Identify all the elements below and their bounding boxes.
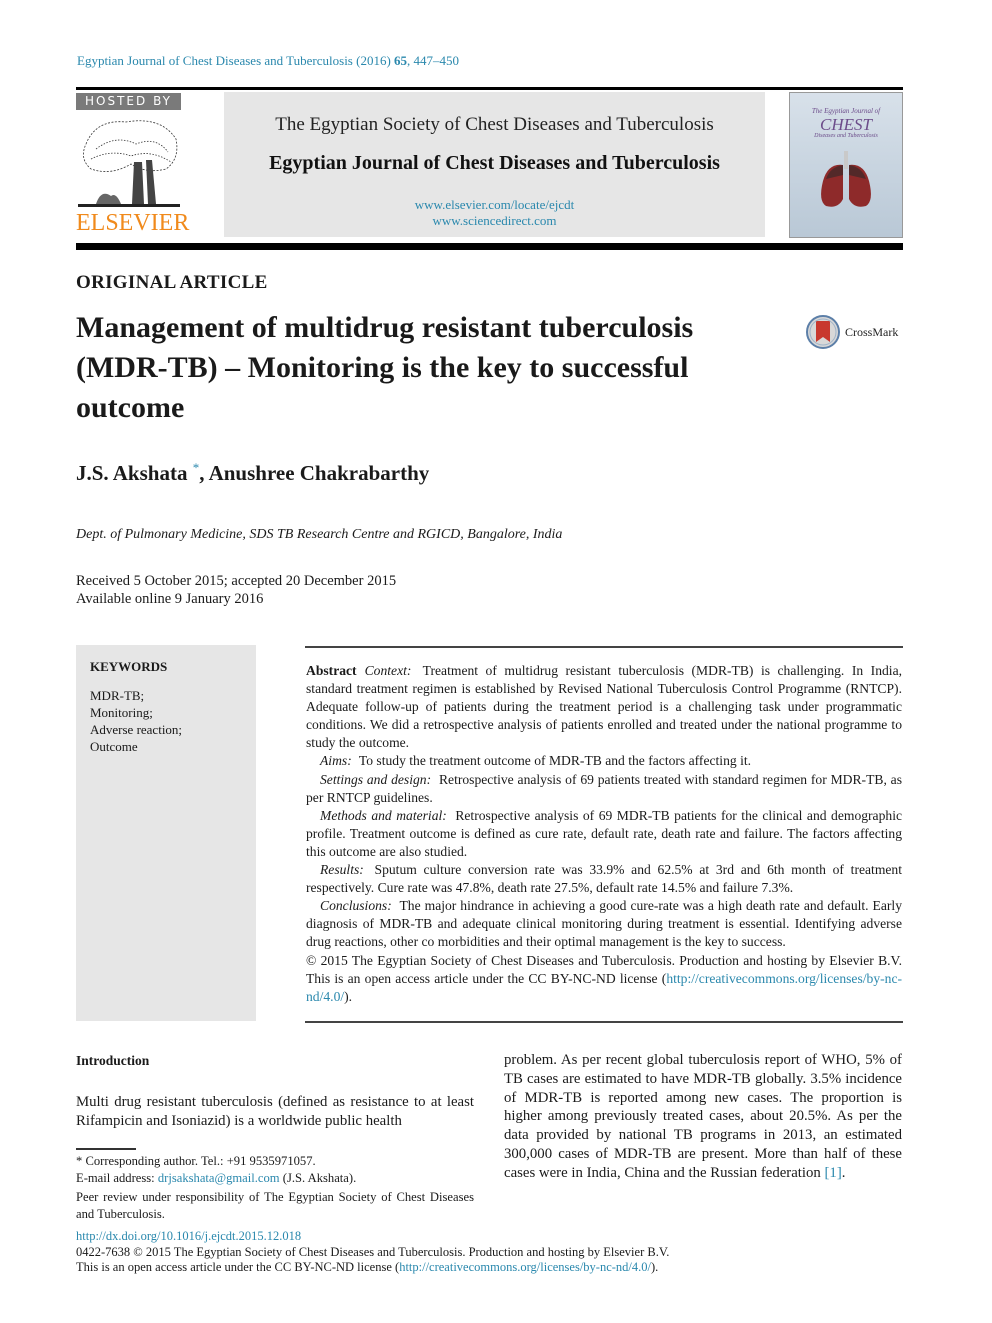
license-suffix: ). <box>650 1260 659 1274</box>
aims-text: To study the treatment outcome of MDR-TB… <box>358 753 752 769</box>
license-link[interactable]: http://creativecommons.org/licenses/by-n… <box>399 1260 651 1274</box>
hosted-by-label: HOSTED BY <box>76 93 181 110</box>
keyword-item: Adverse reaction; <box>90 722 183 737</box>
issn-copyright: 0422-7638 © 2015 The Egyptian Society of… <box>76 1244 670 1259</box>
footnote-rule <box>76 1148 136 1150</box>
keyword-item: Monitoring; <box>90 705 153 720</box>
journal-title: Egyptian Journal of Chest Diseases and T… <box>269 152 720 174</box>
cover-title-chest: CHEST <box>820 115 872 134</box>
author-name[interactable]: Anushree Chakrabarthy <box>209 461 430 485</box>
running-head-journal: Egyptian Journal of Chest Diseases and T… <box>77 53 391 68</box>
available-online-date: Available online 9 January 2016 <box>76 591 264 607</box>
article-dates: Received 5 October 2015; accepted 20 Dec… <box>76 572 396 608</box>
running-head[interactable]: Egyptian Journal of Chest Diseases and T… <box>77 53 459 69</box>
cover-title-line1: The Egyptian Journal of <box>811 107 881 115</box>
keyword-item: Outcome <box>90 739 138 754</box>
journal-cover-image[interactable]: The Egyptian Journal of CHEST Diseases a… <box>789 92 903 238</box>
results-label: Results: <box>320 862 364 878</box>
context-label: Context: <box>364 663 412 678</box>
received-accepted-dates: Received 5 October 2015; accepted 20 Dec… <box>76 573 397 589</box>
abstract-bottom-rule <box>305 1021 903 1023</box>
sciencedirect-url-link[interactable]: www.sciencedirect.com <box>432 213 556 228</box>
corresponding-author-note: * Corresponding author. Tel.: +91 953597… <box>76 1154 316 1168</box>
introduction-text-left: Multi drug resistant tuberculosis (defin… <box>76 1094 474 1129</box>
crossmark-icon <box>806 315 840 349</box>
introduction-paragraph-end: . <box>841 1164 846 1181</box>
affiliation: Dept. of Pulmonary Medicine, SDS TB Rese… <box>76 527 563 542</box>
elsevier-tree-logo-icon <box>78 120 180 207</box>
license-prefix: This is an open access article under the… <box>76 1260 400 1274</box>
introduction-paragraph: problem. As per recent global tuberculos… <box>504 1052 902 1181</box>
lungs-illustration-icon <box>821 151 871 207</box>
abstract-label: Abstract <box>306 663 357 678</box>
abstract-copyright-end: ). <box>344 988 353 1004</box>
society-name: The Egyptian Society of Chest Diseases a… <box>275 114 714 135</box>
cover-title-line3: Diseases and Tuberculosis <box>814 133 878 139</box>
abstract: Abstract Context: Treatment of multidrug … <box>306 662 902 1006</box>
article-title: Management of multidrug resistant tuberc… <box>76 311 694 424</box>
journal-banner: The Egyptian Society of Chest Diseases a… <box>224 92 765 237</box>
footnotes: * Corresponding author. Tel.: +91 953597… <box>76 1153 474 1223</box>
masthead-top-rule <box>76 87 903 90</box>
masthead-bottom-rule <box>76 243 903 250</box>
conclusions-text: The major hindrance in achieving a good … <box>306 898 902 950</box>
results-text: Sputum culture conversion rate was 33.9%… <box>306 862 903 896</box>
settings-label: Settings and design: <box>320 771 432 787</box>
keywords-heading: KEYWORDS <box>90 659 168 674</box>
keywords-list: MDR-TB; Monitoring; Adverse reaction; Ou… <box>90 687 182 755</box>
article-type-label: ORIGINAL ARTICLE <box>76 272 268 293</box>
abstract-top-rule <box>305 646 903 648</box>
aims-label: Aims: <box>320 753 352 769</box>
doi-link[interactable]: http://dx.doi.org/10.1016/j.ejcdt.2015.1… <box>76 1229 301 1243</box>
crossmark-label: CrossMark <box>845 325 899 339</box>
email-label: E-mail address: <box>76 1171 158 1185</box>
conclusions-label: Conclusions: <box>320 898 392 914</box>
publication-info: http://dx.doi.org/10.1016/j.ejcdt.2015.1… <box>76 1229 669 1276</box>
keywords-panel: KEYWORDS MDR-TB; Monitoring; Adverse rea… <box>76 645 256 1021</box>
elsevier-wordmark: ELSEVIER <box>76 210 190 236</box>
reference-link[interactable]: [1] <box>825 1165 842 1181</box>
crossmark-button[interactable]: CrossMark <box>806 315 906 351</box>
author-separator: , <box>199 461 209 485</box>
introduction-text-right: problem. As per recent global tuberculos… <box>504 1051 902 1183</box>
running-head-pages: , 447–450 <box>407 53 460 68</box>
introduction-heading: Introduction <box>76 1053 150 1068</box>
running-head-volume: 65 <box>394 53 408 68</box>
methods-label: Methods and material: <box>320 807 447 823</box>
author-list: J.S. Akshata *, Anushree Chakrabarthy <box>76 460 429 486</box>
author-name[interactable]: J.S. Akshata <box>76 461 187 485</box>
keyword-item: MDR-TB; <box>90 688 145 703</box>
journal-url-link[interactable]: www.elsevier.com/locate/ejcdt <box>415 197 574 212</box>
author-email-link[interactable]: drjsakshata@gmail.com <box>158 1171 280 1185</box>
peer-review-note: Peer review under responsibility of The … <box>76 1190 474 1221</box>
email-owner: (J.S. Akshata). <box>279 1171 357 1185</box>
